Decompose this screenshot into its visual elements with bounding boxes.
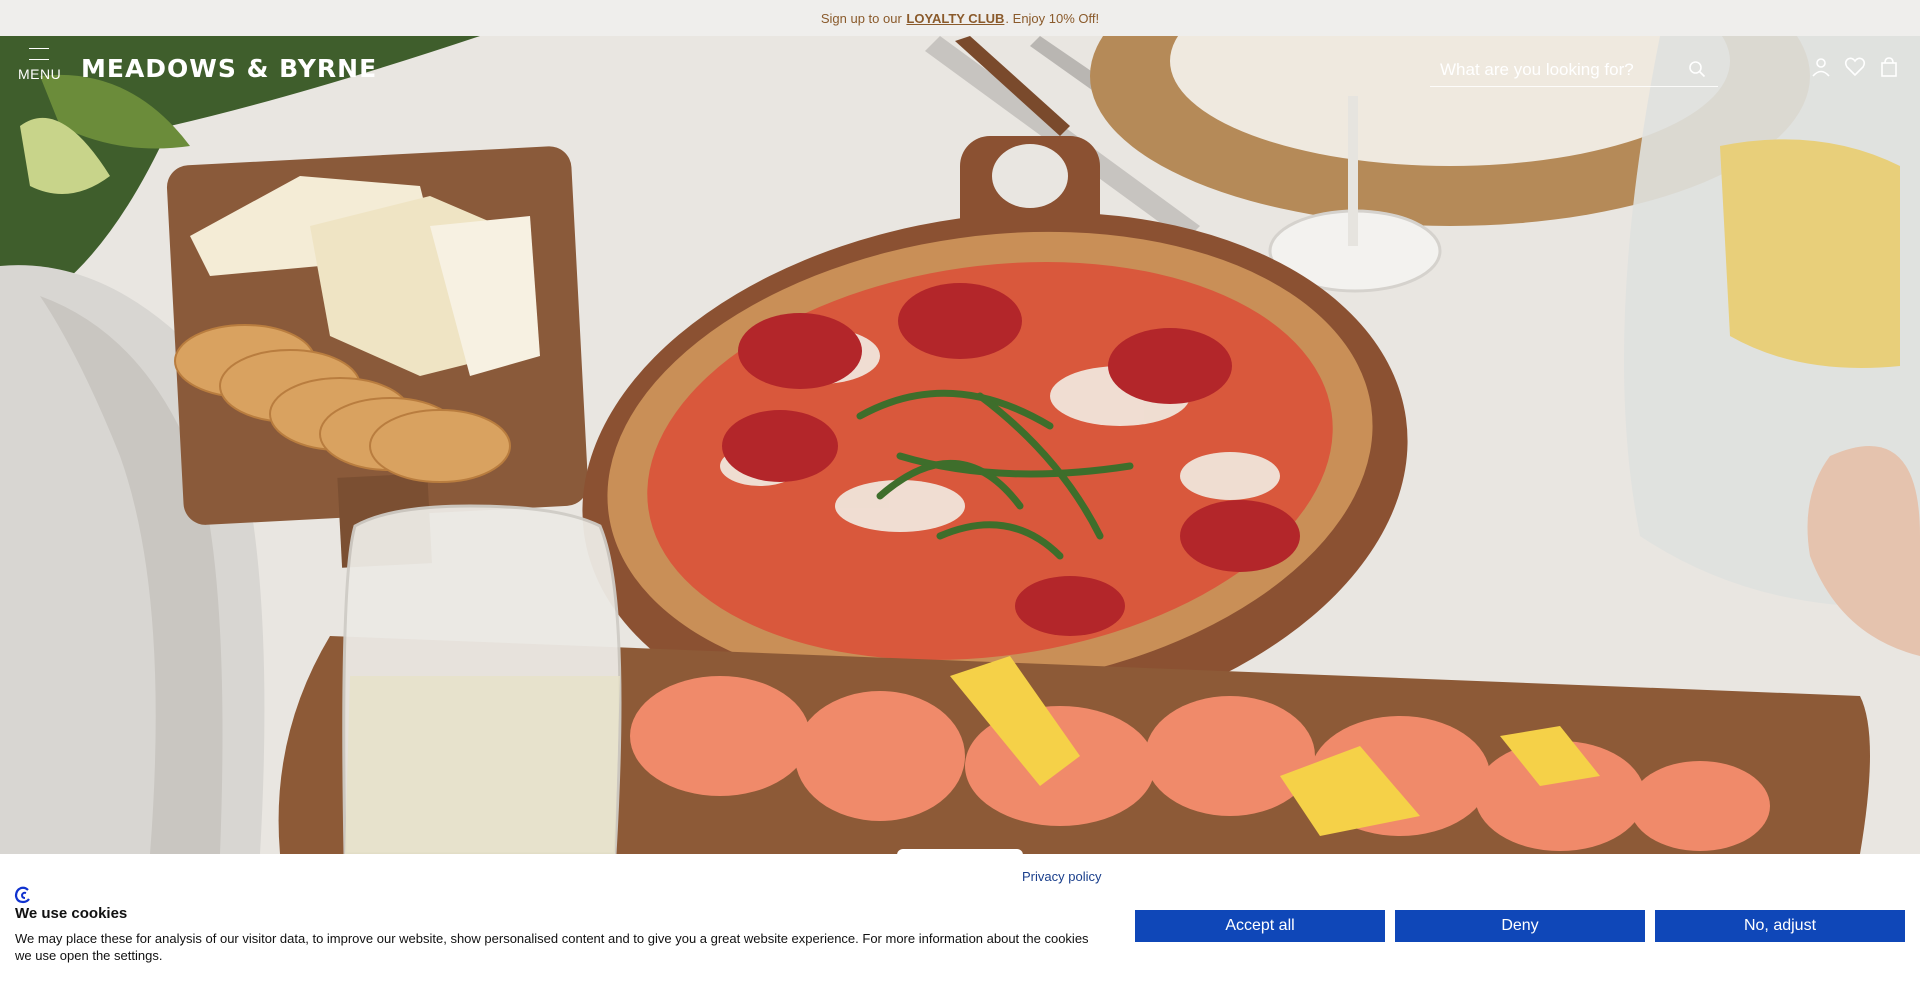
wishlist-heart-icon[interactable] [1844,56,1866,78]
menu-icon [29,48,49,60]
menu-label: MENU [18,66,62,82]
announcement-suffix: . Enjoy 10% Off! [1005,10,1100,26]
hero-image [0,36,1920,854]
cookie-description: We may place these for analysis of our v… [15,931,1089,963]
site-logo[interactable]: MEADOWS & BYRNE [81,54,377,83]
cart-bag-icon[interactable] [1878,56,1900,78]
search-bar [1430,52,1718,87]
loyalty-club-link[interactable]: LOYALTY CLUB [906,11,1004,26]
account-icon[interactable] [1810,56,1832,78]
menu-button[interactable]: MENU [18,48,62,88]
announcement-prefix: Sign up to our [820,10,906,26]
accept-all-button[interactable]: Accept all [1135,910,1385,942]
privacy-policy-link[interactable]: Privacy policy [1022,869,1101,884]
hero-food-illustration [0,36,1920,854]
site-header: MENU MEADOWS & BYRNE [0,36,1920,96]
cookiebot-logo-icon [14,886,30,904]
search-icon[interactable] [1688,60,1706,78]
cookie-banner: Privacy policy We use cookies We may pla… [0,849,1920,993]
banner-tab [897,849,1023,859]
deny-button[interactable]: Deny [1395,910,1645,942]
announcement-bar: Sign up to our LOYALTY CLUB. Enjoy 10% O… [0,0,1920,36]
search-input[interactable] [1438,56,1682,84]
adjust-settings-button[interactable]: No, adjust [1655,910,1905,942]
cookie-title: We use cookies [15,905,128,922]
